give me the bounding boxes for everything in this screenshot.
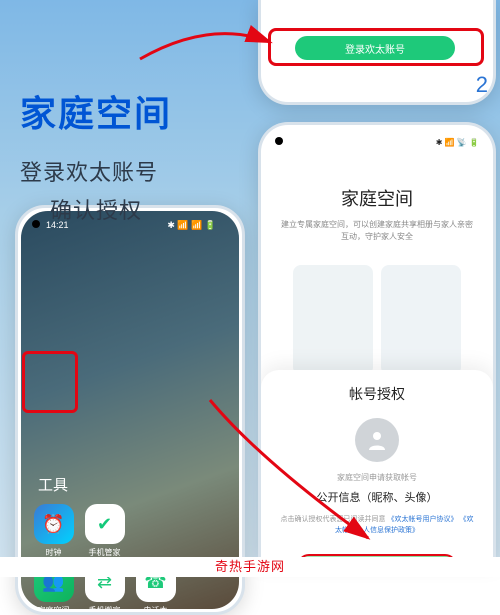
step-number-2: 2 xyxy=(476,72,488,98)
page-description: 建立专属家庭空间，可以创建家庭共享相册与家人亲密互动，守护家人安全 xyxy=(261,219,493,243)
app-security[interactable]: ✔手机管家 xyxy=(81,504,128,558)
agreement-text: 点击确认授权代表您已阅读并同意 《欢太帐号用户协议》 《欢太帐号个人信息保护政策… xyxy=(261,515,493,536)
folder-title: 工具 xyxy=(38,474,68,495)
status-icons: ✱ 📶 📶 🔋 xyxy=(167,220,216,231)
request-text: 家庭空间申请获取帐号 xyxy=(261,472,493,483)
subtitle-1: 登录欢太账号 xyxy=(20,155,172,187)
shield-icon: ✔ xyxy=(85,504,125,544)
sheet-title: 帐号授权 xyxy=(261,384,493,404)
clock-icon: ⏰ xyxy=(34,504,74,544)
watermark: 奇热手游网 xyxy=(0,557,500,577)
agree-prefix: 点击确认授权代表您已阅读并同意 xyxy=(281,516,386,523)
card xyxy=(381,265,461,375)
public-info-text: 公开信息（昵称、头像） xyxy=(261,489,493,505)
avatar-placeholder xyxy=(355,418,399,462)
highlight-family-app xyxy=(22,351,78,413)
subtitle-2: 确认授权 xyxy=(20,193,172,225)
highlight-login-button xyxy=(268,28,484,66)
phone-bottom-right: ✱ 📶 📡 🔋 家庭空间 建立专属家庭空间，可以创建家庭共享相册与家人亲密互动，… xyxy=(258,122,496,560)
app-label: 电话本 xyxy=(144,605,168,615)
feature-cards xyxy=(291,265,463,375)
title-area: 家庭空间 登录欢太账号 确认授权 xyxy=(20,85,172,225)
app-clock[interactable]: ⏰时钟 xyxy=(30,504,77,558)
user-agreement-link[interactable]: 《欢太帐号用户协议》 xyxy=(388,516,458,523)
page-header: 家庭空间 建立专属家庭空间，可以创建家庭共享相册与家人亲密互动，守护家人安全 xyxy=(261,185,493,243)
status-bar: ✱ 📶 📡 🔋 xyxy=(261,135,493,149)
auth-sheet: 帐号授权 家庭空间申请获取帐号 公开信息（昵称、头像） 点击确认授权代表您已阅读… xyxy=(261,370,493,560)
card xyxy=(293,265,373,375)
page-title: 家庭空间 xyxy=(261,185,493,211)
person-icon xyxy=(365,428,389,452)
app-label: 手机搬家 xyxy=(89,605,121,615)
main-title: 家庭空间 xyxy=(20,85,172,137)
app-label: 家庭空间 xyxy=(38,605,70,615)
